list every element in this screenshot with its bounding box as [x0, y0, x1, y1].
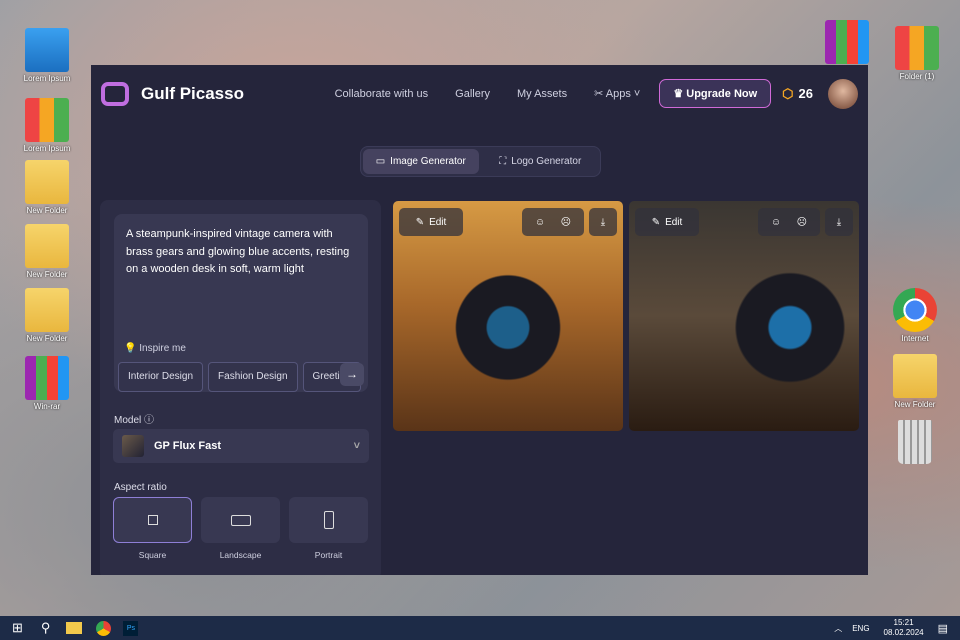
tray-chevron-up-icon[interactable]: ︿	[834, 623, 842, 634]
prompt-input[interactable]: A steampunk-inspired vintage camera with…	[114, 214, 368, 392]
binders-icon	[25, 98, 69, 142]
upgrade-button[interactable]: ♛ Upgrade Now	[659, 79, 772, 108]
binders-icon	[895, 26, 939, 70]
aspect-landscape-button[interactable]	[201, 497, 280, 543]
desktop-icon-folder[interactable]: New Folder	[880, 354, 950, 409]
chevron-down-icon: ˅	[630, 88, 641, 100]
desktop-icon-winrar-2[interactable]	[812, 20, 882, 66]
desktop-icon-chrome[interactable]: Internet	[880, 288, 950, 343]
desktop-icon-folder[interactable]: New Folder	[12, 160, 82, 215]
tab-image-generator[interactable]: ▭ Image Generator	[363, 149, 479, 174]
desktop-icon-binders[interactable]: Lorem Ipsum	[12, 98, 82, 153]
magic-wand-icon: ✎	[415, 216, 425, 228]
aspect-portrait-button[interactable]	[289, 497, 368, 543]
file-explorer-icon[interactable]	[66, 622, 83, 634]
frown-icon[interactable]: ☹	[561, 217, 571, 228]
chips-next-arrow-icon[interactable]: →	[340, 363, 364, 386]
aspect-ratio-label: Aspect ratio	[114, 482, 167, 493]
download-icon[interactable]: ⤓	[589, 208, 617, 236]
tab-logo-generator[interactable]: ⛶ Logo Generator	[483, 149, 599, 174]
notification-icon[interactable]: ▤	[938, 622, 948, 635]
computer-icon	[25, 28, 69, 72]
search-icon[interactable]: ⚲	[41, 620, 51, 636]
nav-gallery[interactable]: Gallery	[455, 88, 490, 100]
chevron-down-icon: ˅	[353, 440, 360, 452]
smile-icon[interactable]: ☺	[535, 217, 545, 228]
model-select[interactable]: GP Flux Fast ˅	[113, 429, 369, 463]
generator-tabs: ▭ Image Generator ⛶ Logo Generator	[360, 146, 601, 177]
generated-image-2[interactable]: ✎ Edit ☺ ☹ ⤓	[629, 201, 859, 431]
aspect-landscape-label: Landscape	[219, 550, 262, 560]
aspect-square-button[interactable]	[113, 497, 192, 543]
winrar-icon	[825, 20, 869, 64]
recycle-bin-icon	[898, 420, 932, 464]
edit-button[interactable]: ✎ Edit	[399, 208, 463, 236]
clock[interactable]: 15:21 08.02.2024	[884, 618, 924, 638]
chip-interior-design[interactable]: Interior Design	[118, 362, 204, 392]
chrome-taskbar-icon[interactable]	[96, 620, 112, 636]
download-icon[interactable]: ⤓	[825, 208, 853, 236]
settings-panel: A steampunk-inspired vintage camera with…	[100, 200, 381, 575]
brand-name[interactable]: Gulf Picasso	[141, 84, 244, 104]
coin-icon: ⬡	[782, 85, 794, 101]
header: Gulf Picasso Collaborate with us Gallery…	[91, 65, 868, 122]
language-indicator[interactable]: ENG	[852, 624, 869, 633]
nav-collaborate[interactable]: Collaborate with us	[335, 88, 429, 100]
image-icon: ▭	[375, 156, 386, 167]
photoshop-icon[interactable]: Ps	[123, 620, 139, 636]
logo-frame-icon: ⛶	[499, 156, 507, 167]
smile-icon[interactable]: ☺	[771, 217, 781, 228]
crown-icon: ♛	[673, 88, 687, 100]
avatar[interactable]	[828, 78, 858, 109]
winrar-icon	[25, 356, 69, 400]
desktop-icon-folder[interactable]: New Folder	[12, 288, 82, 343]
lightbulb-icon: 💡	[124, 343, 140, 354]
feedback-buttons: ☺ ☹	[758, 208, 820, 236]
nav-my-assets[interactable]: My Assets	[517, 88, 567, 100]
app-window: Gulf Picasso Collaborate with us Gallery…	[91, 65, 868, 575]
desktop-icon-binders[interactable]: Folder (1)	[882, 26, 952, 81]
magic-wand-icon: ✎	[651, 216, 661, 228]
desktop-icon-folder[interactable]: New Folder	[12, 224, 82, 279]
apps-icon: ✂	[594, 88, 606, 100]
desktop-icon-recycle-bin[interactable]	[880, 420, 950, 466]
frown-icon[interactable]: ☹	[797, 217, 807, 228]
feedback-buttons: ☺ ☹	[522, 208, 584, 236]
portrait-icon	[323, 511, 334, 529]
model-label: Model ⓘ	[114, 415, 155, 426]
folder-icon	[25, 160, 69, 204]
chrome-icon	[893, 288, 937, 332]
square-icon	[147, 515, 158, 525]
generated-image-1[interactable]: ✎ Edit ☺ ☹ ⤓	[393, 201, 623, 431]
model-thumbnail	[122, 435, 144, 457]
taskbar: ⊞ ⚲ Ps ︿ ENG 15:21 08.02.2024 ▤	[0, 616, 960, 640]
aspect-portrait-label: Portrait	[314, 550, 343, 560]
help-icon[interactable]: ⓘ	[144, 415, 154, 426]
landscape-icon	[230, 514, 251, 526]
aspect-square-label: Square	[138, 550, 167, 560]
inspire-me-button[interactable]: 💡 Inspire me	[124, 340, 186, 358]
logo-icon[interactable]	[101, 81, 129, 106]
folder-icon	[893, 354, 937, 398]
windows-start-icon[interactable]: ⊞	[12, 620, 23, 636]
desktop-icon-winrar[interactable]: Win-rar	[12, 356, 82, 411]
folder-icon	[25, 288, 69, 332]
folder-icon	[25, 224, 69, 268]
edit-button[interactable]: ✎ Edit	[635, 208, 699, 236]
desktop-icon-computer[interactable]: Lorem Ipsum	[12, 28, 82, 83]
credits: ⬡ 26	[782, 85, 813, 102]
chip-fashion-design[interactable]: Fashion Design	[208, 362, 298, 392]
nav-apps[interactable]: ✂ Apps ˅	[594, 87, 640, 100]
